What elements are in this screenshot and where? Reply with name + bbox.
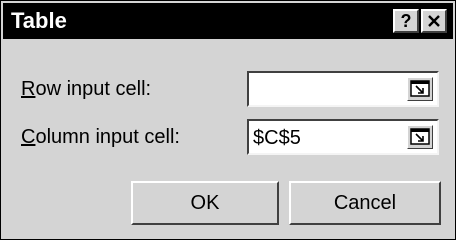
ok-button[interactable]: OK bbox=[131, 181, 279, 225]
collapse-dialog-icon bbox=[410, 128, 430, 145]
cancel-button[interactable]: Cancel bbox=[289, 181, 441, 225]
row-input-collapse-button[interactable] bbox=[407, 77, 433, 101]
title-bar: Table ? bbox=[3, 3, 453, 39]
row-input-label: Row input cell: bbox=[21, 77, 151, 101]
row-input-label-text: ow input cell: bbox=[35, 78, 152, 100]
close-button[interactable] bbox=[421, 9, 447, 33]
column-input-label: Column input cell: bbox=[21, 125, 180, 149]
column-input-value: $C$5 bbox=[253, 127, 301, 149]
row-input-field[interactable] bbox=[247, 71, 439, 107]
dialog-title: Table bbox=[11, 8, 67, 33]
table-dialog: Table ? Row input cell: Column input cel… bbox=[0, 0, 456, 240]
column-input-field[interactable]: $C$5 bbox=[247, 119, 439, 155]
column-input-label-accesskey: C bbox=[21, 126, 36, 148]
close-icon bbox=[428, 15, 440, 27]
row-input-label-accesskey: R bbox=[21, 78, 36, 100]
collapse-dialog-icon bbox=[410, 80, 430, 97]
column-input-label-text: olumn input cell: bbox=[35, 126, 180, 148]
help-button[interactable]: ? bbox=[393, 9, 419, 33]
column-input-collapse-button[interactable] bbox=[407, 125, 433, 149]
help-icon: ? bbox=[400, 11, 412, 31]
